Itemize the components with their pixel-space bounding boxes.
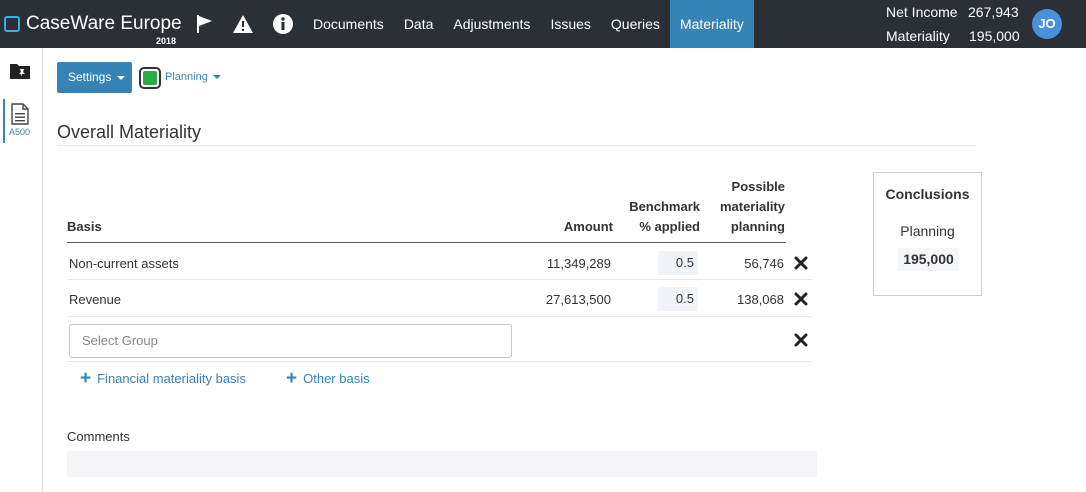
net-income-value: 267,943 — [968, 4, 1019, 20]
nav-issues[interactable]: Issues — [540, 0, 600, 48]
plus-icon: + — [80, 367, 92, 389]
row-divider — [67, 316, 812, 317]
top-bar: CaseWare Europe 2018 Documents Data Adju… — [0, 0, 1086, 48]
info-icon[interactable] — [271, 12, 295, 36]
stage-label: Planning — [165, 71, 208, 83]
remove-row-icon[interactable] — [794, 256, 808, 270]
row-percent-input[interactable]: 0.5 — [658, 287, 698, 311]
add-financial-basis-link[interactable]: + Financial materiality basis — [80, 367, 246, 389]
settings-button[interactable]: Settings — [57, 62, 132, 93]
row-basis: Revenue — [69, 292, 122, 307]
flag-icon[interactable] — [193, 12, 217, 36]
status-indicator-icon — [143, 71, 157, 85]
row-divider — [67, 361, 812, 362]
app-name: CaseWare Europe — [26, 13, 182, 34]
table-header-divider — [67, 242, 786, 243]
header-possible-1: Possible — [731, 179, 785, 194]
add-other-basis-link[interactable]: + Other basis — [286, 367, 370, 389]
plus-icon: + — [286, 367, 298, 389]
left-sidebar: A500 — [0, 48, 43, 492]
row-divider — [67, 279, 812, 280]
remove-row-icon[interactable] — [794, 292, 808, 306]
row-basis: Non-current assets — [69, 256, 179, 271]
add-other-basis-label: Other basis — [303, 371, 370, 386]
sidebar-doc-a500[interactable]: A500 — [3, 99, 41, 143]
document-icon — [11, 103, 29, 130]
add-financial-basis-label: Financial materiality basis — [97, 371, 246, 386]
header-basis: Basis — [67, 219, 102, 234]
net-income-label: Net Income — [886, 4, 958, 20]
folder-pin-icon[interactable] — [10, 62, 30, 85]
app-year: 2018 — [156, 36, 177, 46]
remove-row-icon[interactable] — [794, 333, 808, 347]
user-avatar[interactable]: JO — [1032, 9, 1062, 39]
header-benchmark-2: % applied — [639, 219, 700, 234]
materiality-value: 195,000 — [969, 28, 1020, 44]
row-percent-input[interactable]: 0.5 — [658, 251, 698, 275]
caret-down-icon — [212, 75, 221, 80]
nav-materiality[interactable]: Materiality — [669, 0, 754, 48]
warning-icon[interactable] — [231, 12, 255, 36]
nav-data[interactable]: Data — [394, 0, 444, 48]
header-possible-2: materiality — [719, 199, 785, 214]
title-divider — [57, 145, 976, 146]
row-amount: 27,613,500 — [545, 292, 611, 307]
header-amount: Amount — [563, 219, 613, 234]
sidebar-doc-label: A500 — [9, 127, 31, 137]
conclusions-panel: Conclusions Planning 195,000 — [873, 172, 982, 296]
row-planning: 138,068 — [737, 292, 784, 307]
conclusions-planning-value: 195,000 — [898, 248, 959, 271]
caret-down-icon — [116, 75, 125, 80]
conclusions-planning-label: Planning — [900, 223, 955, 239]
nav-documents[interactable]: Documents — [303, 0, 394, 48]
comments-label: Comments — [67, 429, 130, 444]
row-amount: 11,349,289 — [546, 256, 611, 271]
settings-label: Settings — [68, 70, 112, 84]
select-group-input[interactable]: Select Group — [69, 324, 512, 358]
page-title: Overall Materiality — [57, 122, 202, 142]
comments-field[interactable] — [67, 451, 817, 477]
main-nav: Documents Data Adjustments Issues Querie… — [303, 0, 754, 48]
stage-status-toggle[interactable] — [139, 67, 161, 89]
nav-adjustments[interactable]: Adjustments — [443, 0, 540, 48]
app-logo-icon — [4, 16, 20, 32]
materiality-label: Materiality — [886, 28, 950, 44]
nav-queries[interactable]: Queries — [601, 0, 670, 48]
stage-dropdown[interactable]: Planning — [165, 71, 221, 83]
header-benchmark-1: Benchmark — [629, 199, 700, 214]
conclusions-title: Conclusions — [885, 186, 970, 202]
header-possible-3: planning — [730, 219, 785, 234]
row-planning: 56,746 — [744, 256, 784, 271]
